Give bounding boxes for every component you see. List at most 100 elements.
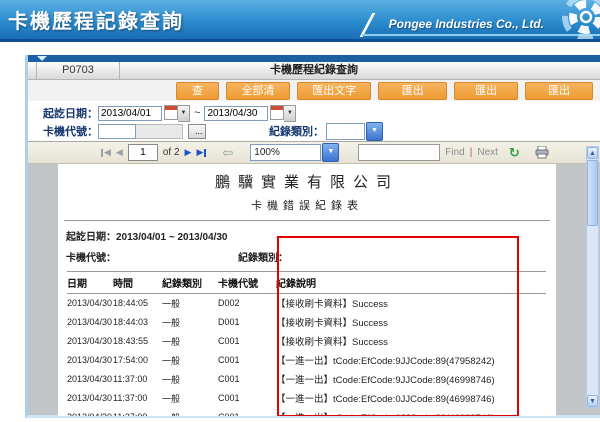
- calendar-icon: [270, 104, 285, 120]
- chevron-down-icon: ▼: [366, 121, 383, 141]
- previous-page-button[interactable]: ◀: [116, 147, 123, 158]
- next-link[interactable]: Next: [477, 147, 498, 158]
- table-cell: 一般: [162, 408, 218, 417]
- collapse-panel-icon[interactable]: [37, 56, 47, 61]
- machine-name-readonly: [136, 123, 183, 139]
- report-content-area: 鵬驥實業有限公司 卡機錯誤紀錄表 起訖日期：2013/04/01 ~ 2013/…: [28, 164, 600, 416]
- table-cell: C001: [218, 393, 240, 403]
- chevron-down-icon: ▼: [178, 104, 190, 122]
- date-from-calendar-button[interactable]: ▼: [164, 104, 190, 122]
- date-range-label: 起訖日期：: [43, 108, 98, 120]
- machine-category-row: 卡機代號： ... 紀錄類別： ▼: [28, 121, 600, 141]
- col-header-date: 日期: [67, 271, 113, 294]
- table-cell: 2013/04/30: [67, 355, 113, 365]
- table-cell: 一般: [162, 317, 181, 328]
- table-cell: 一般: [162, 355, 181, 366]
- machine-browse-button[interactable]: ...: [188, 123, 206, 139]
- panel-top-bar: [28, 55, 600, 62]
- page-title: 卡機歷程記錄查詢: [8, 11, 184, 33]
- annotation-rectangle: [277, 236, 519, 416]
- report-machine-label: 卡機代號：: [66, 253, 116, 264]
- find-link[interactable]: Find: [445, 147, 464, 158]
- table-cell: 一般: [162, 374, 181, 385]
- table-cell: 一般: [162, 393, 181, 404]
- table-cell: 2013/04/30: [67, 298, 113, 308]
- refresh-icon[interactable]: ↻: [509, 145, 520, 161]
- table-cell: 2013/04/30: [67, 336, 113, 346]
- col-header-time: 時間: [113, 271, 162, 294]
- action-button-row: 查詢 全部清除 匯出文字檔 匯出Excel 匯出PDF 匯出Word: [28, 80, 600, 113]
- table-cell: 17:54:00: [113, 355, 149, 365]
- query-button[interactable]: 查詢: [176, 81, 219, 113]
- export-word-button[interactable]: 匯出Word: [525, 81, 594, 113]
- next-page-button[interactable]: ▶: [185, 147, 192, 158]
- find-text-input[interactable]: [358, 144, 441, 161]
- export-excel-button[interactable]: 匯出Excel: [378, 81, 448, 113]
- table-cell: 18:44:03: [113, 317, 149, 327]
- print-icon[interactable]: [535, 146, 549, 159]
- last-page-icon: ▶: [196, 147, 204, 157]
- company-name: Pongee Industries Co., Ltd.: [388, 17, 544, 31]
- first-page-icon: ◀: [104, 147, 111, 157]
- record-category-label: 紀錄類別：: [269, 126, 324, 138]
- record-category-select[interactable]: ▼: [326, 121, 383, 141]
- first-page-button[interactable]: ◀: [100, 147, 111, 158]
- back-to-parent-icon[interactable]: ⇦: [222, 145, 233, 161]
- date-range-row: 起訖日期： ▼ ~ ▼: [28, 104, 600, 122]
- table-cell: 2013/04/30: [67, 393, 113, 403]
- machine-code-input[interactable]: [98, 123, 136, 139]
- report-company-title: 鵬驥實業有限公司: [214, 175, 399, 191]
- clear-all-button[interactable]: 全部清除: [226, 81, 290, 113]
- scroll-up-icon[interactable]: ▲: [587, 147, 598, 159]
- report-divider: [64, 220, 550, 221]
- app-header: 卡機歷程記錄查詢 Pongee Industries Co., Ltd.: [0, 0, 600, 42]
- table-cell: 11:37:00: [113, 408, 162, 416]
- page-number-input[interactable]: [127, 144, 158, 161]
- machine-code-label: 卡機代號：: [43, 126, 98, 138]
- chevron-down-icon: ▼: [322, 143, 340, 162]
- date-to-calendar-button[interactable]: ▼: [270, 104, 297, 122]
- table-cell: 2013/04/30: [67, 317, 113, 327]
- table-cell: 18:44:05: [113, 298, 149, 308]
- report-toolbar: ◀ ◀ of 2 ▶ ▶ ⇦ 100% ▼ Find | Next ↻: [28, 142, 600, 164]
- table-cell: 2013/04/30: [67, 408, 113, 416]
- chevron-down-icon: ▼: [284, 104, 297, 122]
- first-page-bar-icon: [101, 148, 103, 157]
- gear-logo-icon: [562, 0, 600, 39]
- next-page-icon: ▶: [184, 147, 192, 157]
- date-to-input[interactable]: [204, 105, 269, 121]
- find-next-separator: |: [469, 147, 473, 158]
- table-cell: C001: [218, 355, 240, 365]
- zoom-value: 100%: [250, 144, 322, 161]
- table-cell: C001: [218, 336, 240, 346]
- previous-page-icon: ◀: [115, 147, 123, 157]
- table-cell: C001: [218, 408, 276, 416]
- main-panel: P0703 卡機歷程紀錄查詢 查詢 全部清除 匯出文字檔 匯出Excel 匯出P…: [25, 55, 600, 418]
- tab-bar: P0703 卡機歷程紀錄查詢: [28, 62, 600, 80]
- table-cell: 一般: [162, 298, 181, 309]
- table-cell: C001: [218, 374, 240, 384]
- table-cell: 一般: [162, 336, 181, 347]
- range-separator: ~: [194, 107, 201, 119]
- zoom-select[interactable]: 100% ▼: [250, 143, 340, 162]
- last-page-button[interactable]: ▶: [196, 147, 207, 158]
- scrollbar-thumb[interactable]: [587, 160, 598, 226]
- col-header-category: 紀錄類別: [162, 271, 218, 294]
- query-form: 起訖日期： ▼ ~ ▼ 卡機代號： ... 紀錄類別： ▼: [28, 101, 600, 141]
- table-cell: 2013/04/30: [67, 374, 113, 384]
- export-text-button[interactable]: 匯出文字檔: [296, 81, 372, 113]
- table-cell: 11:37:00: [113, 393, 148, 403]
- record-category-value: [326, 122, 365, 140]
- col-header-machine: 卡機代號: [218, 271, 276, 294]
- vertical-scrollbar[interactable]: ▲ ▼: [586, 146, 599, 408]
- calendar-icon: [164, 104, 178, 120]
- table-cell: D002: [218, 298, 240, 308]
- tab-title: 卡機歷程紀錄查詢: [270, 64, 358, 76]
- last-page-bar-icon: [204, 148, 207, 157]
- date-from-input[interactable]: [98, 105, 162, 121]
- export-pdf-button[interactable]: 匯出PDF: [454, 81, 519, 113]
- table-cell: D001: [218, 317, 240, 327]
- scroll-down-icon[interactable]: ▼: [587, 395, 598, 407]
- table-cell: 18:43:55: [113, 336, 149, 346]
- page-count-label: of 2: [162, 147, 180, 158]
